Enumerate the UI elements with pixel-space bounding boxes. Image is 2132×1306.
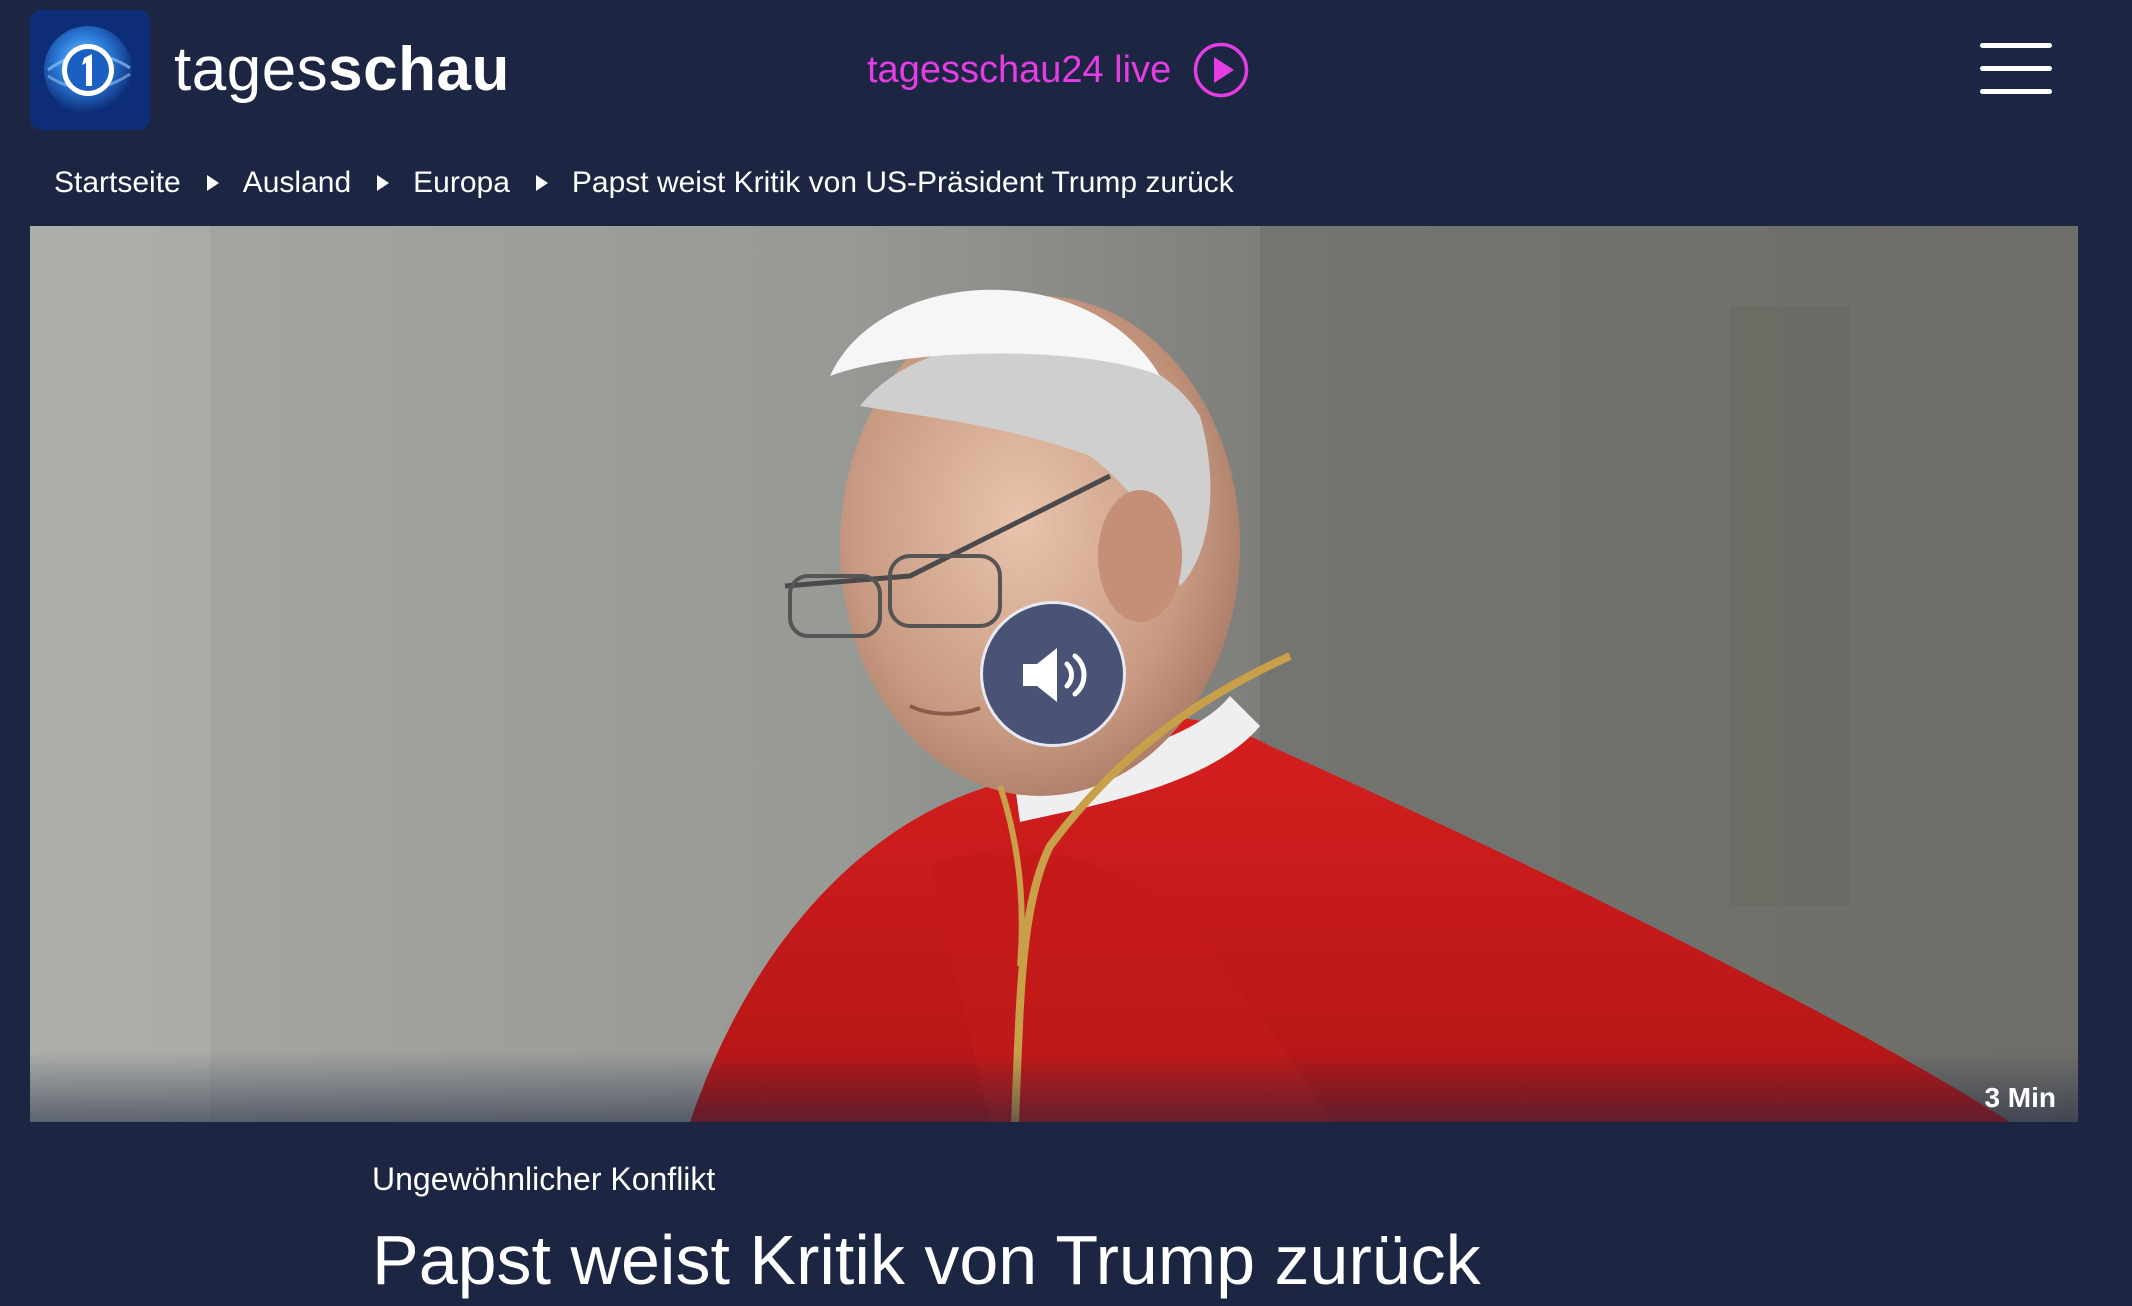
menu-bar — [1980, 43, 2052, 48]
breadcrumb-separator-icon — [535, 175, 548, 191]
media-duration-label: 3 Min — [1984, 1082, 2056, 1113]
breadcrumb-separator-icon — [377, 175, 390, 191]
breadcrumb-current-page: Papst weist Kritik von US-Präsident Trum… — [571, 166, 1234, 199]
hero-image[interactable]: 3 Min — [30, 226, 2078, 1122]
wordmark-regular: tages — [174, 35, 329, 104]
article-headline: Papst weist Kritik von Trump zurück — [372, 1221, 1481, 1299]
play-circle-icon — [1193, 42, 1249, 98]
wordmark-bold: schau — [328, 35, 510, 104]
speaker-volume-icon — [1023, 648, 1087, 702]
hamburger-menu-icon[interactable] — [1980, 43, 2054, 95]
article-kicker: Ungewöhnlicher Konflikt — [372, 1161, 716, 1197]
site-logo-link[interactable]: tagesschau — [30, 10, 510, 130]
live-stream-label: tagesschau24 live — [867, 49, 1172, 91]
breadcrumb-item-ausland[interactable]: Ausland — [243, 168, 351, 198]
breadcrumb-separator-icon — [206, 175, 219, 191]
breadcrumb-item-startseite[interactable]: Startseite — [54, 168, 181, 198]
breadcrumb-item-europa[interactable]: Europa — [413, 168, 510, 198]
live-stream-link[interactable]: tagesschau24 live — [867, 42, 1249, 98]
hero-bottom-gradient — [30, 1052, 2078, 1122]
audio-play-button[interactable] — [980, 601, 1126, 747]
menu-bar — [1980, 89, 2052, 94]
breadcrumb: Startseite Ausland Europa Papst weist Kr… — [54, 168, 1234, 198]
site-wordmark: tagesschau — [174, 39, 510, 101]
menu-bar — [1980, 66, 2052, 71]
ard-logo-icon — [30, 10, 150, 130]
site-header: tagesschau tagesschau24 live — [0, 0, 2132, 142]
